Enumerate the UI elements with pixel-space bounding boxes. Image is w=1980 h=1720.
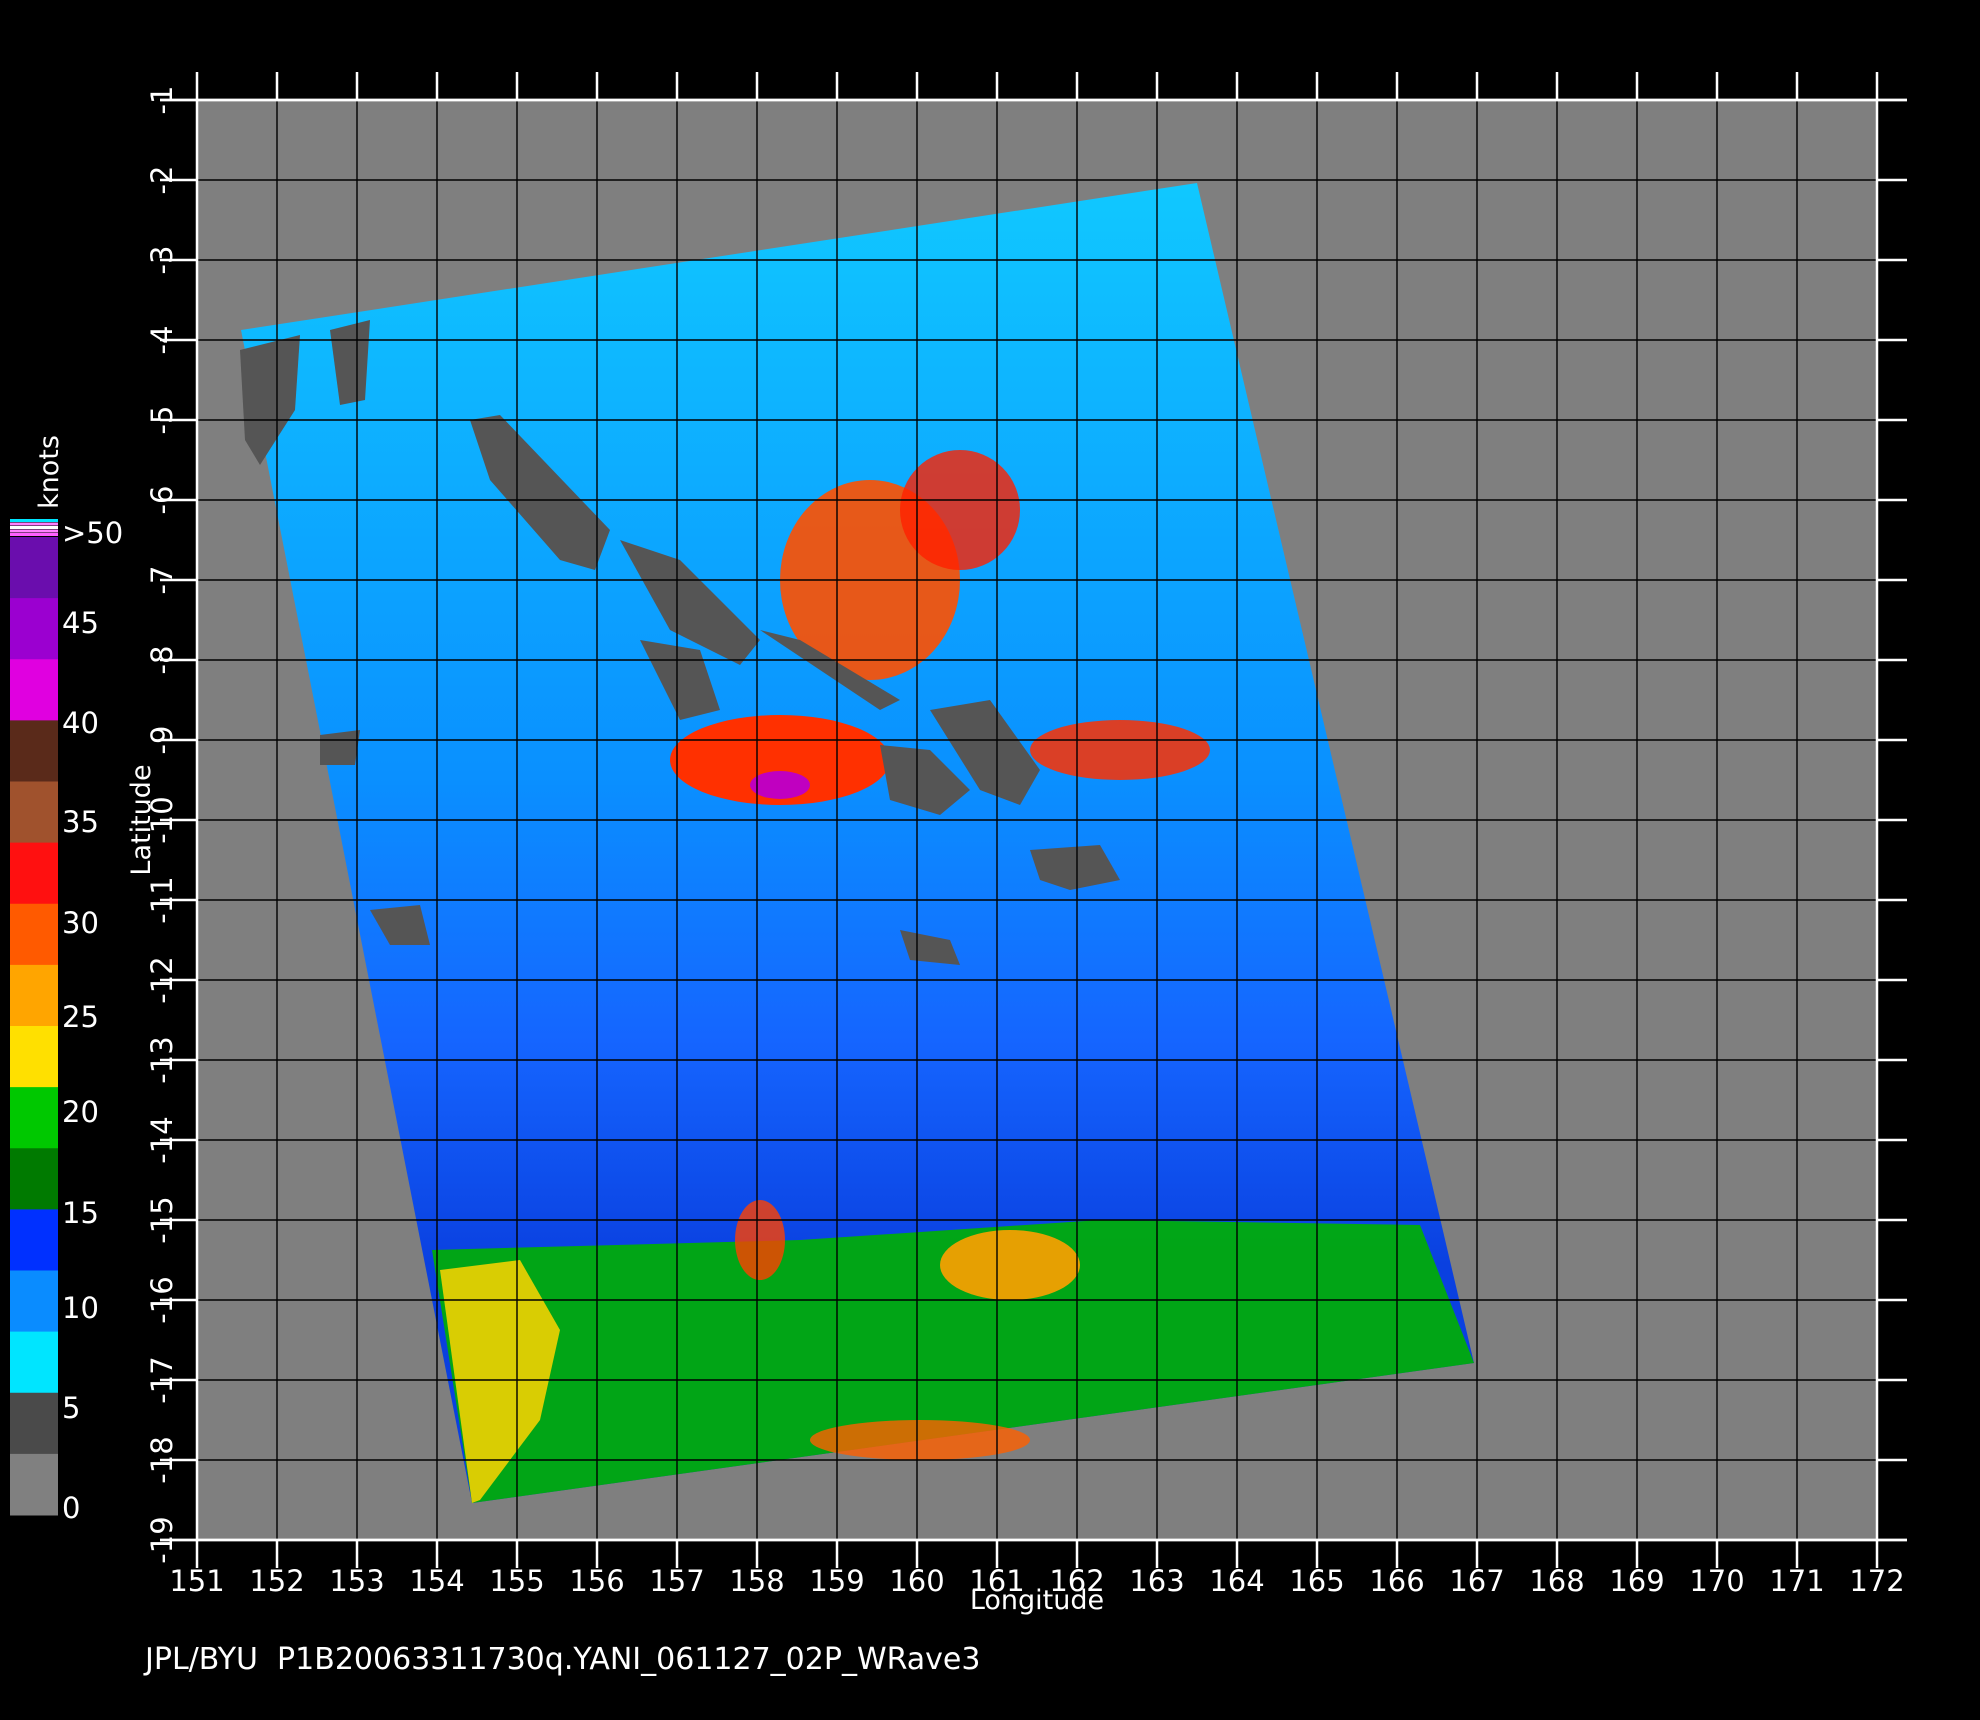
lat-tick-label: -16 (145, 1276, 179, 1323)
wind-patch (735, 1200, 785, 1280)
lon-tick-label: 168 (1529, 1564, 1584, 1598)
lat-tick-label: -3 (145, 246, 179, 275)
lat-tick-label: -14 (145, 1116, 179, 1163)
colorbar-swatch (10, 781, 58, 844)
colorbar-swatch (10, 842, 58, 905)
lon-tick-label: 172 (1849, 1564, 1904, 1598)
colorbar-swatch (10, 529, 58, 533)
colorbar-label: 45 (62, 606, 99, 640)
lon-tick-label: 164 (1209, 1564, 1264, 1598)
colorbar-swatch (10, 1453, 58, 1516)
colorbar-swatch (10, 522, 58, 526)
lat-tick-label: -17 (145, 1356, 179, 1403)
colorbar-swatch (10, 519, 58, 522)
storm-core (900, 450, 1020, 570)
lat-tick-label: -12 (145, 956, 179, 1003)
colorbar-unit-label: knots (34, 435, 65, 509)
colorbar-swatch (10, 659, 58, 721)
lon-tick-label: 154 (409, 1564, 464, 1598)
colorbar-label: 35 (62, 805, 99, 839)
colorbar-label: 10 (62, 1291, 99, 1325)
lon-tick-label: 151 (169, 1564, 224, 1598)
lon-tick-label: 153 (329, 1564, 384, 1598)
colorbar-swatch (10, 1026, 58, 1088)
lat-tick-label: -2 (145, 166, 179, 195)
lat-tick-label: -7 (145, 566, 179, 595)
lat-tick-label: -5 (145, 406, 179, 435)
lon-tick-label: 155 (489, 1564, 544, 1598)
lat-tick-label: -4 (145, 326, 179, 355)
colorbar-swatch (10, 533, 58, 536)
lon-tick-label: 159 (809, 1564, 864, 1598)
figure-caption: JPL/BYU P1B20063311730q.YANI_061127_02P_… (145, 1642, 981, 1677)
storm-core (1030, 720, 1210, 780)
colorbar-swatch (10, 1087, 58, 1149)
colorbar-swatch (10, 964, 58, 1027)
colorbar-swatch (10, 1392, 58, 1455)
lat-tick-label: -15 (145, 1196, 179, 1243)
x-axis-title: Longitude (970, 1585, 1104, 1616)
colorbar-swatch (10, 537, 58, 599)
lon-tick-label: 170 (1689, 1564, 1744, 1598)
colorbar-swatch (10, 1209, 58, 1271)
lon-tick-label: 160 (889, 1564, 944, 1598)
lon-tick-label: 165 (1289, 1564, 1344, 1598)
lon-tick-label: 158 (729, 1564, 784, 1598)
lat-tick-label: -18 (145, 1436, 179, 1483)
color-scale-legend (10, 519, 58, 1516)
colorbar-swatch (10, 526, 58, 529)
colorbar-label: 20 (62, 1095, 99, 1129)
colorbar-swatch (10, 598, 58, 660)
colorbar-swatch (10, 1331, 58, 1394)
lat-tick-label: -11 (145, 876, 179, 923)
lon-tick-label: 156 (569, 1564, 624, 1598)
lat-tick-label: -9 (145, 726, 179, 755)
lon-tick-label: 166 (1369, 1564, 1424, 1598)
lon-tick-label: 171 (1769, 1564, 1824, 1598)
storm-core-center (750, 771, 810, 799)
wind-patch (940, 1230, 1080, 1300)
lon-tick-label: 157 (649, 1564, 704, 1598)
lon-tick-label: 169 (1609, 1564, 1664, 1598)
lon-tick-label: 167 (1449, 1564, 1504, 1598)
colorbar-swatch (10, 1270, 58, 1333)
colorbar-label: >50 (62, 516, 123, 550)
colorbar-swatch (10, 720, 58, 782)
lat-tick-label: -6 (145, 486, 179, 515)
lon-tick-label: 163 (1129, 1564, 1184, 1598)
colorbar-labels: >50 45 40 35 30 25 20 15 10 5 0 (62, 516, 123, 1525)
colorbar-swatch (10, 1148, 58, 1210)
lat-tick-label: -8 (145, 646, 179, 675)
colorbar-label: 5 (62, 1391, 80, 1425)
colorbar-label: 25 (62, 1000, 99, 1034)
lon-tick-label: 152 (249, 1564, 304, 1598)
colorbar-label: 0 (62, 1491, 80, 1525)
lat-tick-label: -19 (145, 1516, 179, 1563)
colorbar-label: 15 (62, 1196, 99, 1230)
lat-tick-label: -1 (145, 86, 179, 115)
colorbar-label: 40 (62, 706, 99, 740)
colorbar-label: 30 (62, 906, 99, 940)
wind-map-figure: 151 152 153 154 155 156 157 158 159 160 161 162 163 1… (10, 72, 1907, 1616)
y-axis-title: Latitude (126, 764, 157, 875)
colorbar-swatch (10, 903, 58, 966)
lat-tick-label: -13 (145, 1036, 179, 1083)
